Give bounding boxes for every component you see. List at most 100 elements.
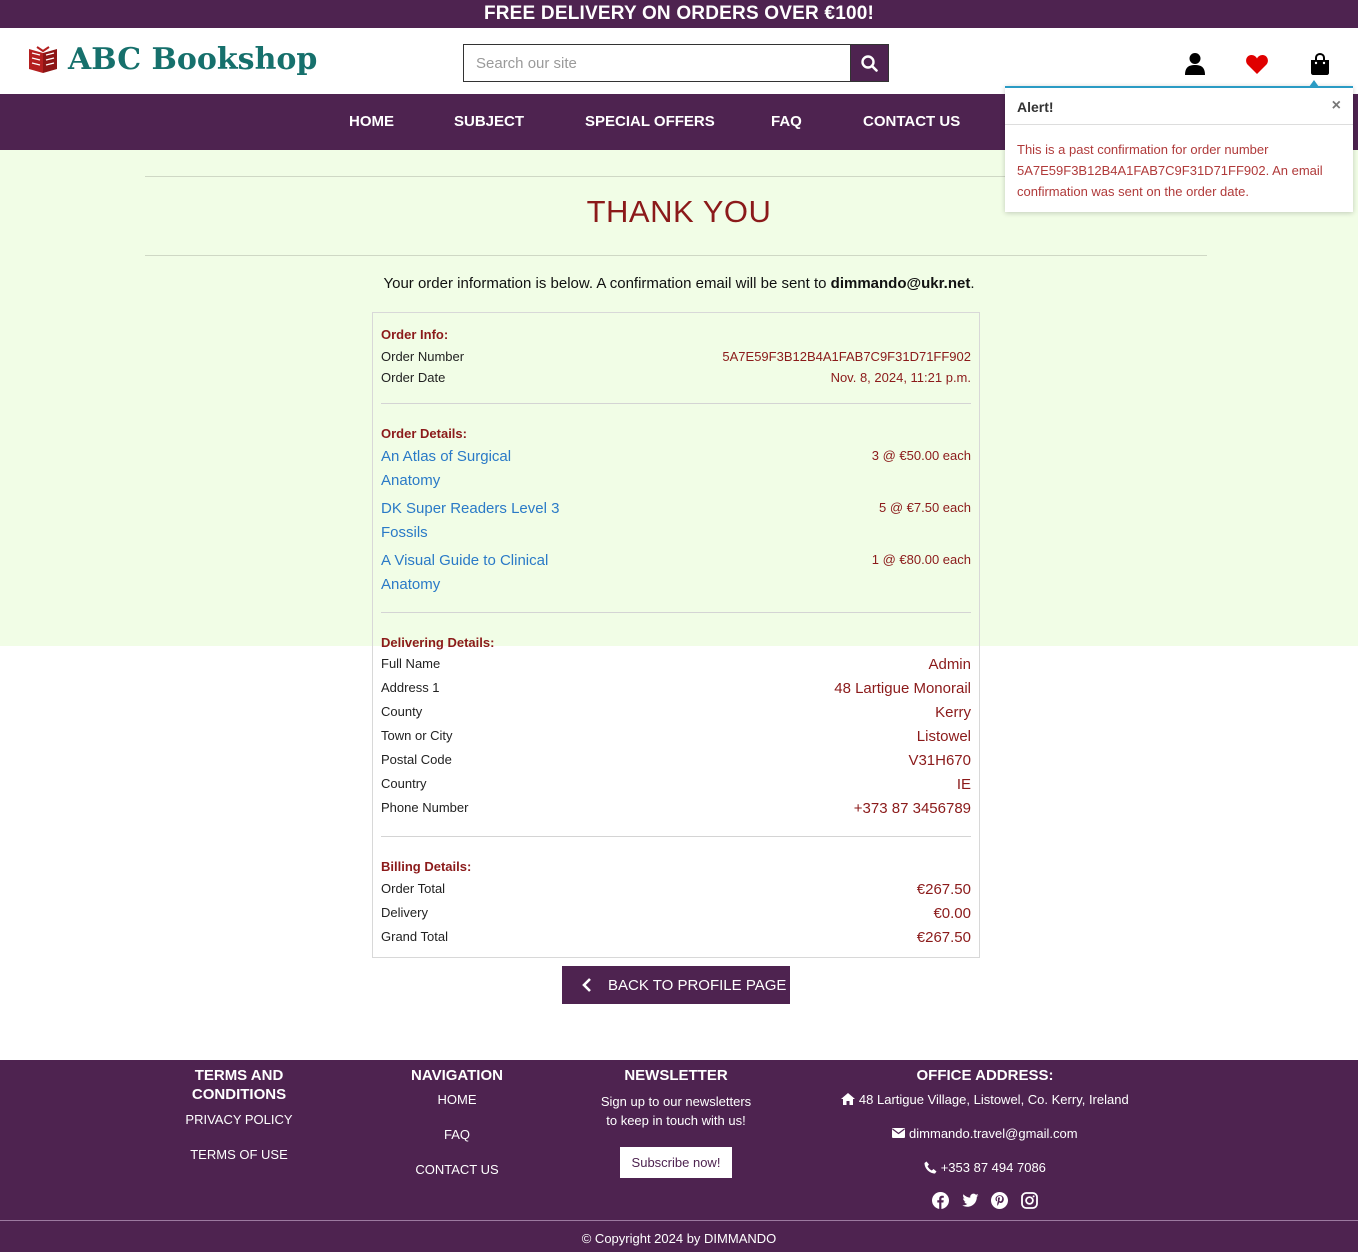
- billing-details-title: Billing Details:: [381, 859, 472, 874]
- delivery-value: Admin: [928, 656, 971, 673]
- home-icon: [841, 1093, 856, 1105]
- phone-icon: [924, 1161, 937, 1174]
- billing-value: €267.50: [916, 929, 971, 946]
- delivery-label: Country: [381, 776, 427, 791]
- divider: [381, 403, 971, 404]
- intro-prefix: Your order information is below. A confi…: [383, 275, 831, 292]
- subscribe-button[interactable]: Subscribe now!: [619, 1147, 733, 1178]
- order-number-value: 5A7E59F3B12B4A1FAB7C9F31D71FF902: [722, 349, 971, 364]
- office-address: 48 Lartigue Village, Listowel, Co. Kerry…: [820, 1092, 1150, 1107]
- footer-heading-line: TERMS AND: [194, 1067, 284, 1084]
- office-email[interactable]: dimmando.travel@gmail.com: [820, 1126, 1150, 1141]
- footer-link-contact-us[interactable]: CONTACT US: [368, 1162, 546, 1177]
- facebook-icon[interactable]: [932, 1192, 950, 1210]
- footer: TERMS AND CONDITIONS PRIVACY POLICY TERMS…: [0, 1060, 1358, 1252]
- delivery-value: V31H670: [908, 752, 971, 769]
- instagram-icon[interactable]: [1020, 1192, 1038, 1210]
- footer-link-privacy-policy[interactable]: PRIVACY POLICY: [150, 1112, 328, 1127]
- confirmation-email: dimmando@ukr.net: [830, 275, 971, 292]
- search-input[interactable]: [463, 44, 850, 82]
- alert-message: This is a past confirmation for order nu…: [1017, 142, 1323, 199]
- book-title-line: An Atlas of Surgical: [381, 448, 512, 465]
- logo-text: ABC Bookshop: [68, 42, 318, 77]
- footer-divider: [0, 1220, 1358, 1221]
- free-delivery-banner: FREE DELIVERY ON ORDERS OVER €100!: [0, 0, 1358, 28]
- divider: [145, 255, 1207, 256]
- book-title-line: Fossils: [381, 524, 428, 541]
- footer-heading-line: CONDITIONS: [191, 1086, 287, 1103]
- order-date-value: Nov. 8, 2024, 11:21 p.m.: [830, 370, 971, 385]
- footer-heading-newsletter: NEWSLETTER: [624, 1067, 728, 1084]
- search-icon: [861, 54, 878, 72]
- delivery-label: Address 1: [381, 680, 440, 695]
- book-quantity-price: 1 @ €80.00 each: [871, 552, 971, 567]
- footer-navigation-column: NAVIGATION HOME FAQ CONTACT US: [368, 1066, 546, 1177]
- close-icon[interactable]: ×: [1332, 97, 1341, 115]
- nav-contact-us[interactable]: CONTACT US: [863, 94, 960, 150]
- footer-newsletter-column: NEWSLETTER Sign up to our newsletters to …: [586, 1066, 766, 1178]
- book-title-line: Anatomy: [381, 576, 441, 593]
- book-title-line: Anatomy: [381, 472, 441, 489]
- intro-suffix: .: [970, 275, 975, 292]
- book-title-line: DK Super Readers Level 3: [381, 500, 560, 517]
- delivery-value: 48 Lartigue Monorail: [834, 680, 971, 697]
- footer-link-home[interactable]: HOME: [368, 1092, 546, 1107]
- book-link[interactable]: DK Super Readers Level 3 Fossils: [381, 497, 581, 545]
- book-logo-icon: [29, 45, 57, 73]
- delivery-label: Postal Code: [381, 752, 452, 767]
- delivery-label: Full Name: [381, 656, 441, 671]
- order-number-label: Order Number: [381, 349, 465, 364]
- footer-link-faq[interactable]: FAQ: [368, 1127, 546, 1142]
- delivery-value: +373 87 3456789: [853, 800, 971, 817]
- copyright: © Copyright 2024 by DIMMANDO: [581, 1231, 777, 1246]
- book-quantity-price: 5 @ €7.50 each: [879, 500, 971, 515]
- newsletter-text-line: to keep in touch with us!: [606, 1113, 746, 1128]
- billing-value: €0.00: [933, 905, 971, 922]
- delivery-value: Kerry: [935, 704, 971, 721]
- book-link[interactable]: An Atlas of Surgical Anatomy: [381, 445, 581, 493]
- nav-special-offers[interactable]: SPECIAL OFFERS: [585, 94, 715, 150]
- alert-title: Alert!: [1017, 99, 1054, 115]
- nav-subject[interactable]: SUBJECT: [454, 94, 524, 150]
- delivery-label: Town or City: [381, 728, 453, 743]
- footer-heading-office: OFFICE ADDRESS:: [916, 1067, 1054, 1084]
- divider: [381, 612, 971, 613]
- book-title-line: A Visual Guide to Clinical: [381, 552, 549, 569]
- alert-toast: Alert! × This is a past confirmation for…: [1005, 80, 1353, 212]
- footer-terms-column: TERMS AND CONDITIONS PRIVACY POLICY TERMS…: [150, 1066, 328, 1162]
- newsletter-text: Sign up to our newsletters to keep in tou…: [586, 1092, 766, 1130]
- header: ABC Bookshop: [0, 28, 1358, 94]
- footer-office-column: OFFICE ADDRESS: 48 Lartigue Village, Lis…: [820, 1066, 1150, 1210]
- subscribe-wrapper: Subscribe now!: [586, 1147, 766, 1178]
- site-logo[interactable]: ABC Bookshop: [26, 42, 317, 77]
- nav-home[interactable]: HOME: [349, 94, 394, 150]
- twitter-icon[interactable]: [962, 1192, 979, 1209]
- order-summary-box: Order Info: Order Number 5A7E59F3B12B4A1…: [372, 312, 980, 958]
- office-email-text: dimmando.travel@gmail.com: [909, 1126, 1078, 1141]
- nav-faq[interactable]: FAQ: [771, 94, 802, 150]
- delivery-label: Phone Number: [381, 800, 469, 815]
- chevron-left-icon: [582, 978, 591, 992]
- user-icon[interactable]: [1183, 52, 1207, 76]
- newsletter-text-line: Sign up to our newsletters: [600, 1094, 752, 1109]
- footer-link-terms-of-use[interactable]: TERMS OF USE: [150, 1147, 328, 1162]
- footer-heading-navigation: NAVIGATION: [411, 1067, 503, 1084]
- office-address-text: 48 Lartigue Village, Listowel, Co. Kerry…: [858, 1092, 1129, 1107]
- heart-icon[interactable]: [1245, 52, 1269, 76]
- delivery-value: IE: [956, 776, 971, 793]
- shopping-bag-icon[interactable]: [1308, 52, 1332, 76]
- back-to-profile-button[interactable]: BACK TO PROFILE PAGE: [562, 966, 790, 1004]
- search-button[interactable]: [850, 44, 889, 82]
- search-bar: [463, 44, 889, 82]
- book-link[interactable]: A Visual Guide to Clinical Anatomy: [381, 549, 581, 597]
- delivery-label: County: [381, 704, 423, 719]
- billing-label: Grand Total: [381, 929, 448, 944]
- intro-text: Your order information is below. A confi…: [0, 275, 1358, 292]
- office-phone[interactable]: +353 87 494 7086: [820, 1160, 1150, 1175]
- office-phone-text: +353 87 494 7086: [940, 1160, 1046, 1175]
- envelope-icon: [892, 1128, 906, 1138]
- alert-arrow: [1309, 80, 1319, 87]
- delivery-details-title: Delivering Details:: [381, 635, 495, 650]
- pinterest-icon[interactable]: [991, 1192, 1009, 1210]
- billing-label: Delivery: [381, 905, 428, 920]
